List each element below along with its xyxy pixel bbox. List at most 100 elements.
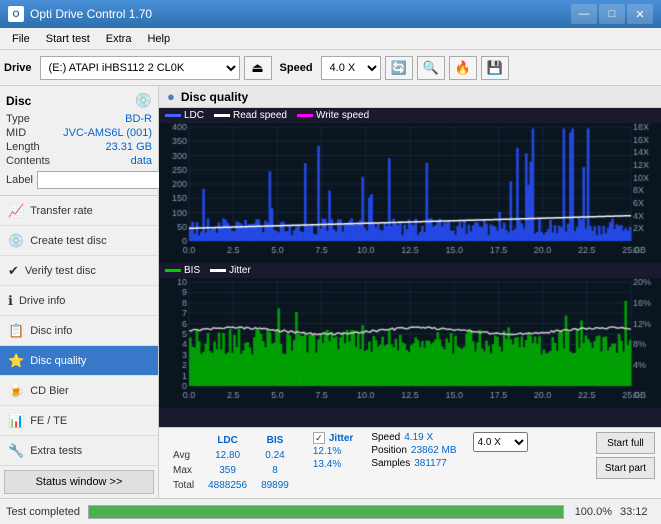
scan-button[interactable]: 🔍 [417, 56, 445, 80]
progress-bar [88, 505, 564, 519]
cd-bier-icon: 🍺 [8, 383, 24, 399]
legend-read-speed-label: Read speed [233, 110, 287, 121]
sidebar-item-verify-test[interactable]: ✔ Verify test disc [0, 256, 158, 286]
samples-label: Samples [371, 458, 410, 469]
sidebar-item-cd-bier[interactable]: 🍺 CD Bier [0, 376, 158, 406]
sidebar-item-extra-tests[interactable]: 🔧 Extra tests [0, 436, 158, 466]
max-bis: 8 [255, 464, 295, 477]
charts-wrapper: LDC Read speed Write speed BIS [159, 108, 661, 427]
ldc-color [165, 114, 181, 117]
fe-te-icon: 📊 [8, 413, 24, 429]
refresh-button[interactable]: 🔄 [385, 56, 413, 80]
content-area: ● Disc quality LDC Read speed Write spee… [159, 86, 661, 498]
sidebar-item-create-test[interactable]: 💿 Create test disc [0, 226, 158, 256]
samples-val: 381177 [414, 458, 447, 469]
type-value: BD-R [125, 113, 152, 125]
samples-row: Samples 381177 [371, 458, 456, 469]
length-label: Length [6, 141, 40, 153]
speed-row: Speed 4.19 X [371, 432, 456, 443]
sidebar-item-disc-info[interactable]: 📋 Disc info [0, 316, 158, 346]
status-window-label: Status window >> [36, 476, 123, 488]
jitter-color [210, 269, 226, 272]
speed-position: Speed 4.19 X Position 23862 MB Samples 3… [371, 432, 456, 469]
max-jitter: 13.4% [313, 459, 353, 470]
legend-write-speed-label: Write speed [316, 110, 369, 121]
window-controls: — □ ✕ [571, 4, 653, 24]
max-label: Max [167, 464, 200, 477]
avg-label: Avg [167, 449, 200, 462]
extra-tests-icon: 🔧 [8, 443, 24, 459]
disc-quality-label: Disc quality [30, 355, 86, 367]
ldc-header: LDC [202, 434, 253, 447]
disc-quality-chart-2 [159, 278, 661, 408]
status-text: Test completed [6, 506, 80, 518]
burn-button[interactable]: 🔥 [449, 56, 477, 80]
time-display: 33:12 [620, 506, 655, 518]
main-area: Disc 💿 Type BD-R MID JVC-AMS6L (001) Len… [0, 86, 661, 498]
total-bis: 89899 [255, 479, 295, 492]
stats-speed-select[interactable]: 4.0 X [473, 432, 528, 452]
menu-help[interactable]: Help [139, 31, 178, 47]
create-test-label: Create test disc [30, 235, 106, 247]
jitter-checkbox[interactable]: ✓ [313, 432, 325, 444]
drive-select[interactable]: (E:) ATAPI iHBS112 2 CL0K [40, 56, 240, 80]
sidebar-item-transfer-rate[interactable]: 📈 Transfer rate [0, 196, 158, 226]
close-button[interactable]: ✕ [627, 4, 653, 24]
menu-extra[interactable]: Extra [98, 31, 140, 47]
start-part-button[interactable]: Start part [596, 457, 655, 479]
verify-test-label: Verify test disc [25, 265, 96, 277]
bis-header: BIS [255, 434, 295, 447]
disc-quality-chart-1 [159, 123, 661, 263]
contents-label: Contents [6, 155, 50, 167]
avg-jitter: 12.1% [313, 446, 353, 457]
save-button[interactable]: 💾 [481, 56, 509, 80]
sidebar-item-disc-quality[interactable]: ⭐ Disc quality [0, 346, 158, 376]
drive-info-icon: ℹ [8, 293, 13, 309]
length-value: 23.31 GB [106, 141, 152, 153]
verify-test-icon: ✔ [8, 263, 19, 279]
jitter-stats: ✓ Jitter 12.1% 13.4% [313, 432, 353, 470]
chart-header-icon: ● [167, 89, 175, 104]
position-row: Position 23862 MB [371, 445, 456, 456]
max-ldc: 359 [202, 464, 253, 477]
speed-select[interactable]: 4.0 X [321, 56, 381, 80]
position-label: Position [371, 445, 407, 456]
eject-button[interactable]: ⏏ [244, 56, 272, 80]
legend-read-speed: Read speed [214, 110, 287, 121]
disc-icon: 💿 [135, 92, 152, 109]
sidebar-item-drive-info[interactable]: ℹ Drive info [0, 286, 158, 316]
maximize-button[interactable]: □ [599, 4, 625, 24]
app-icon: O [8, 6, 24, 22]
write-speed-color [297, 114, 313, 117]
menu-file[interactable]: File [4, 31, 38, 47]
disc-info-label: Disc info [30, 325, 72, 337]
status-window-button[interactable]: Status window >> [4, 470, 154, 494]
legend-write-speed: Write speed [297, 110, 369, 121]
chart-header: ● Disc quality [159, 86, 661, 108]
read-speed-color [214, 114, 230, 117]
contents-value: data [131, 155, 152, 167]
label-field-label: Label [6, 174, 33, 186]
extra-tests-label: Extra tests [30, 445, 82, 457]
disc-title: Disc [6, 94, 31, 108]
speed-label: Speed [280, 62, 313, 74]
mid-label: MID [6, 127, 26, 139]
sidebar-item-fe-te[interactable]: 📊 FE / TE [0, 406, 158, 436]
menu-start-test[interactable]: Start test [38, 31, 98, 47]
status-bar: Test completed 100.0% 33:12 [0, 498, 661, 524]
legend-1: LDC Read speed Write speed [159, 108, 661, 123]
transfer-rate-icon: 📈 [8, 203, 24, 219]
legend-jitter-label: Jitter [229, 265, 251, 276]
start-full-button[interactable]: Start full [596, 432, 655, 454]
create-test-icon: 💿 [8, 233, 24, 249]
disc-info-icon: 📋 [8, 323, 24, 339]
stats-area: LDC BIS Avg 12.80 0.24 Max 359 8 Total 4… [159, 427, 661, 498]
title-bar: O Opti Drive Control 1.70 — □ ✕ [0, 0, 661, 28]
sidebar: Disc 💿 Type BD-R MID JVC-AMS6L (001) Len… [0, 86, 159, 498]
progress-fill [89, 506, 563, 518]
progress-percent: 100.0% [572, 506, 612, 518]
label-input[interactable] [37, 171, 175, 189]
legend-jitter: Jitter [210, 265, 251, 276]
disc-quality-icon: ⭐ [8, 353, 24, 369]
minimize-button[interactable]: — [571, 4, 597, 24]
